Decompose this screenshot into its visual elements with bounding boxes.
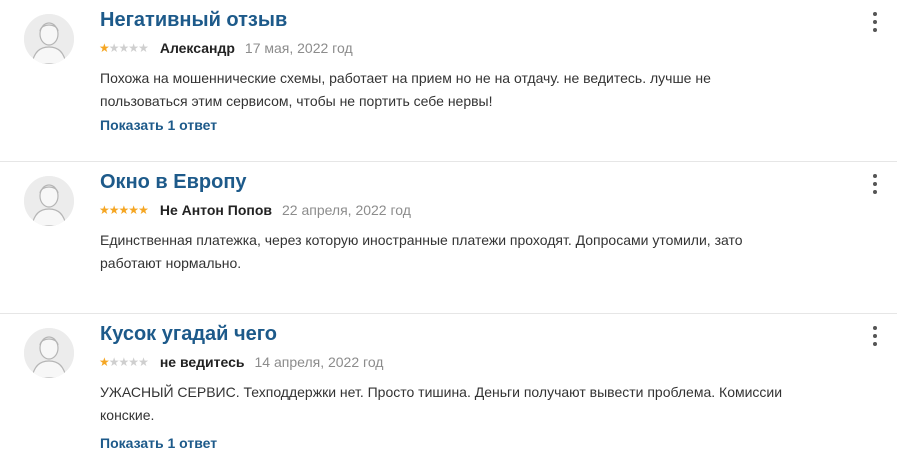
kebab-menu-icon[interactable] [871, 174, 879, 194]
star-icon: ★ [128, 41, 139, 55]
review-date: 22 апреля, 2022 год [281, 202, 411, 218]
review-title[interactable]: Кусок угадай чего [100, 322, 277, 346]
rating-stars: ★ ★ ★ ★ ★ [99, 203, 149, 217]
review-item: Негативный отзыв ★ ★ ★ ★ ★ Александр 17 … [0, 0, 897, 162]
review-title[interactable]: Окно в Европу [100, 170, 247, 194]
avatar-icon [24, 176, 74, 226]
star-icon: ★ [128, 355, 139, 369]
review-text: Похожа на мошеннические схемы, работает … [100, 70, 711, 109]
review-author[interactable]: Александр [160, 40, 235, 56]
review-text: Единственная платежка, через которую ино… [100, 232, 743, 271]
show-replies-link[interactable]: Показать 1 ответ [100, 435, 217, 451]
review-author[interactable]: Не Антон Попов [160, 202, 272, 218]
review-author[interactable]: не ведитесь [160, 354, 245, 370]
star-icon: ★ [118, 355, 130, 369]
review-date: 17 мая, 2022 год [244, 40, 353, 56]
review-text: УЖАСНЫЙ СЕРВИС. Техподдержки нет. Просто… [100, 384, 783, 423]
rating-stars: ★ ★ ★ ★ ★ [99, 355, 149, 369]
star-icon: ★ [128, 203, 139, 217]
star-icon: ★ [138, 355, 149, 369]
show-replies-link[interactable]: Показать 1 ответ [100, 117, 217, 133]
star-icon: ★ [138, 41, 149, 55]
avatar-icon [24, 14, 74, 64]
avatar-icon [24, 328, 74, 378]
star-icon: ★ [108, 203, 120, 217]
review-meta: ★ ★ ★ ★ ★ Александр 17 мая, 2022 год [99, 39, 353, 57]
review-meta: ★ ★ ★ ★ ★ не ведитесь 14 апреля, 2022 го… [99, 353, 383, 371]
review-item: Окно в Европу ★ ★ ★ ★ ★ Не Антон Попов 2… [0, 162, 897, 314]
star-icon: ★ [99, 355, 110, 369]
review-meta: ★ ★ ★ ★ ★ Не Антон Попов 22 апреля, 2022… [99, 201, 411, 219]
star-icon: ★ [108, 41, 120, 55]
review-date: 14 апреля, 2022 год [254, 354, 384, 370]
star-icon: ★ [118, 203, 130, 217]
star-icon: ★ [99, 41, 110, 55]
rating-stars: ★ ★ ★ ★ ★ [99, 41, 149, 55]
review-title[interactable]: Негативный отзыв [100, 8, 287, 32]
star-icon: ★ [108, 355, 120, 369]
star-icon: ★ [118, 41, 130, 55]
kebab-menu-icon[interactable] [871, 326, 879, 346]
review-item: Кусок угадай чего ★ ★ ★ ★ ★ не ведитесь … [0, 314, 897, 473]
star-icon: ★ [138, 203, 149, 217]
star-icon: ★ [99, 203, 110, 217]
kebab-menu-icon[interactable] [871, 12, 879, 32]
